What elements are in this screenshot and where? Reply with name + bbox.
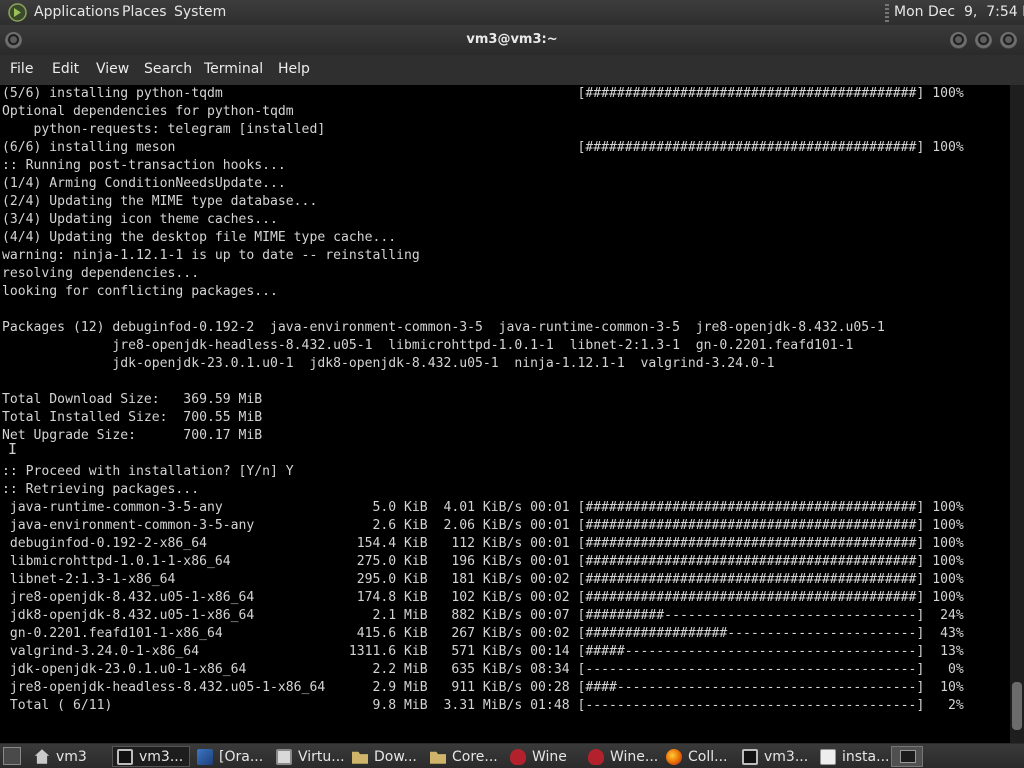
menu-edit[interactable]: Edit: [52, 61, 79, 77]
terminal-line: jre8-openjdk-headless-8.432.u05-1 libmic…: [2, 338, 854, 353]
terminal-line: (3/4) Updating icon theme caches...: [2, 212, 278, 227]
taskbar-button[interactable]: Core...: [426, 746, 504, 767]
home-icon: [34, 749, 50, 764]
virtualbox-icon: [197, 748, 213, 765]
taskbar-button[interactable]: Wine...: [584, 746, 660, 767]
taskbar-button[interactable]: Virtu...: [272, 746, 346, 767]
terminal-scrollbar[interactable]: [1010, 85, 1024, 743]
taskbar-button[interactable]: vm3...: [738, 746, 814, 767]
terminal-output[interactable]: (5/6) installing python-tqdm [##########…: [0, 85, 1010, 743]
show-desktop-button[interactable]: [3, 747, 21, 765]
taskbar-button-label: Wine: [532, 748, 567, 765]
terminal-line: (2/4) Updating the MIME type database...: [2, 194, 318, 209]
terminal-line: valgrind-3.24.0-1-x86_64 1311.6 KiB 571 …: [2, 644, 964, 659]
terminal-line: gn-0.2201.feafd101-1-x86_64 415.6 KiB 26…: [2, 626, 964, 641]
terminal-line: :: Retrieving packages...: [2, 482, 200, 497]
menu-view[interactable]: View: [96, 61, 129, 77]
top-panel: Applications Places System Mon Dec 9, 7:…: [0, 0, 1024, 25]
terminal-line: jre8-openjdk-headless-8.432.u05-1-x86_64…: [2, 680, 964, 695]
applications-menu[interactable]: Applications: [34, 4, 120, 20]
window-titlebar[interactable]: vm3@vm3:~: [0, 25, 1024, 55]
terminal-line: (6/6) installing meson [################…: [2, 140, 964, 155]
taskbar-button-label: Core...: [452, 748, 498, 765]
terminal-line: Total Download Size: 369.59 MiB: [2, 392, 263, 407]
system-menu[interactable]: System: [174, 4, 226, 20]
folder-icon: [430, 751, 446, 764]
terminal-line: :: Running post-transaction hooks...: [2, 158, 286, 173]
terminal-line: (1/4) Arming ConditionNeedsUpdate...: [2, 176, 286, 191]
terminal-lines: (5/6) installing python-tqdm [##########…: [2, 85, 964, 715]
terminal-line: libmicrohttpd-1.0.1-1-x86_64 275.0 KiB 1…: [2, 554, 964, 569]
clock[interactable]: Mon Dec 9, 7:54 PM: [894, 4, 1024, 20]
taskbar-button-label: [Ora...: [219, 748, 264, 765]
terminal-line: jre8-openjdk-8.432.u05-1-x86_64 174.8 Ki…: [2, 590, 964, 605]
terminal-icon: [117, 748, 133, 765]
taskbar-button-label: vm3...: [764, 748, 809, 765]
workspace-1[interactable]: [900, 750, 916, 763]
wine-icon: [510, 748, 526, 765]
terminal-line: resolving dependencies...: [2, 266, 200, 281]
taskbar: vm3 vm3... [Ora... Virtu... Dow... Core... Win…: [0, 744, 1024, 768]
taskbar-button[interactable]: insta...: [816, 746, 890, 767]
terminal-line: Total ( 6/11) 9.8 MiB 3.31 MiB/s 01:48 […: [2, 698, 964, 713]
places-menu[interactable]: Places: [122, 4, 167, 20]
terminal-line: Total Installed Size: 700.55 MiB: [2, 410, 263, 425]
taskbar-button-label: Wine...: [610, 748, 659, 765]
terminal-line: jdk-openjdk-23.0.1.u0-1 jdk8-openjdk-8.4…: [2, 356, 775, 371]
taskbar-button[interactable]: Dow...: [348, 746, 424, 767]
firefox-icon: [666, 748, 682, 765]
maximize-button[interactable]: [975, 32, 992, 49]
terminal-line: java-environment-common-3-5-any 2.6 KiB …: [2, 518, 964, 533]
menubar: File Edit View Search Terminal Help: [0, 55, 1024, 85]
terminal-icon: [742, 748, 758, 765]
window-title: vm3@vm3:~: [466, 32, 558, 47]
terminal-line: debuginfod-0.192-2-x86_64 154.4 KiB 112 …: [2, 536, 964, 551]
terminal-line: libnet-2:1.3-1-x86_64 295.0 KiB 181 KiB/…: [2, 572, 964, 587]
taskbar-button[interactable]: Coll...: [662, 746, 736, 767]
folder-icon: [352, 751, 368, 764]
taskbar-button[interactable]: Wine: [506, 746, 582, 767]
terminal-line: looking for conflicting packages...: [2, 284, 278, 299]
terminal-line: (5/6) installing python-tqdm [##########…: [2, 86, 964, 101]
terminal-line: Packages (12) debuginfod-0.192-2 java-en…: [2, 320, 885, 335]
window-icon: [276, 748, 292, 765]
terminal-line: jdk8-openjdk-8.432.u05-1-x86_64 2.1 MiB …: [2, 608, 964, 623]
terminal-line: :: Proceed with installation? [Y/n] Y: [2, 464, 294, 479]
panel-separator: [885, 4, 889, 22]
taskbar-button-label: insta...: [842, 748, 890, 765]
terminal-line: jdk-openjdk-23.0.1.u0-1-x86_64 2.2 MiB 6…: [2, 662, 964, 677]
terminal-line: Optional dependencies for python-tqdm: [2, 104, 294, 119]
menu-help[interactable]: Help: [278, 61, 310, 77]
menu-search[interactable]: Search: [144, 61, 192, 77]
terminal-line: (4/4) Updating the desktop file MIME typ…: [2, 230, 397, 245]
workspace-switcher[interactable]: [891, 746, 923, 767]
taskbar-button[interactable]: vm3...: [112, 746, 190, 767]
taskbar-button-label: Coll...: [688, 748, 728, 765]
terminal-line: java-runtime-common-3-5-any 5.0 KiB 4.01…: [2, 500, 964, 515]
taskbar-button-label: Dow...: [374, 748, 417, 765]
close-button[interactable]: [1000, 32, 1017, 49]
taskbar-button[interactable]: vm3: [30, 746, 108, 767]
taskbar-button-label: vm3...: [139, 748, 184, 765]
wine-icon: [588, 748, 604, 765]
taskbar-button-label: Virtu...: [298, 748, 345, 765]
scrollbar-thumb[interactable]: [1012, 682, 1022, 730]
text-editor-icon: [820, 748, 836, 765]
menu-terminal[interactable]: Terminal: [204, 61, 263, 77]
menu-file[interactable]: File: [10, 61, 33, 77]
minimize-button[interactable]: [950, 32, 967, 49]
taskbar-button-label: vm3: [56, 748, 87, 765]
terminal-line: Net Upgrade Size: 700.17 MiB: [2, 428, 263, 443]
terminal-line: warning: ninja-1.12.1-1 is up to date --…: [2, 248, 420, 263]
text-cursor-icon: I: [8, 441, 17, 457]
terminal-line: python-requests: telegram [installed]: [2, 122, 326, 137]
taskbar-button[interactable]: [Ora...: [193, 746, 269, 767]
applications-logo-icon[interactable]: [8, 3, 27, 22]
